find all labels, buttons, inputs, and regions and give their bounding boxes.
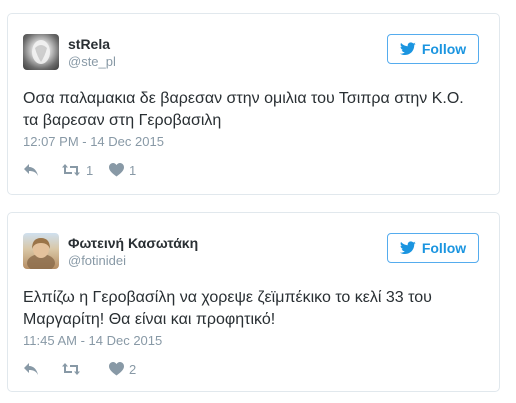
tweet-card: Φωτεινή Κασωτάκη @fotinidei Follow Ελπίζ…	[7, 212, 500, 392]
tweet-text-line: Μαργαρίτη! Θα είναι και προφητικό!	[23, 311, 276, 328]
like-button[interactable]: 2	[109, 362, 149, 377]
retweet-count: 1	[86, 162, 94, 178]
tweet-text-line: τα βαρεσαν στη Γεροβασιλη	[23, 112, 222, 129]
tweet-text-line: Οσα παλαμακια δε βαρεσαν στην ομιλια του…	[23, 90, 464, 107]
author-handle[interactable]: @ste_pl	[68, 54, 116, 69]
follow-button[interactable]: Follow	[387, 34, 479, 64]
twitter-bird-icon	[399, 42, 416, 56]
tweet-actions: 1 1	[23, 160, 149, 180]
avatar[interactable]	[23, 233, 59, 269]
author-handle[interactable]: @fotinidei	[68, 253, 126, 268]
heart-icon	[109, 163, 124, 177]
tweet-text-line: Ελπίζω η Γεροβασίλη να χορεψε ζεϊμπέκικο…	[23, 289, 432, 306]
reply-button[interactable]	[23, 163, 61, 177]
follow-label: Follow	[421, 240, 467, 256]
reply-button[interactable]	[23, 362, 61, 376]
retweet-icon	[61, 163, 81, 177]
follow-label: Follow	[421, 41, 467, 57]
reply-icon	[23, 163, 39, 177]
like-count: 1	[129, 162, 137, 178]
twitter-bird-icon	[399, 241, 416, 255]
retweet-icon	[61, 362, 81, 376]
retweet-button[interactable]: 1	[61, 163, 109, 178]
reply-icon	[23, 362, 39, 376]
tweet-text: Ελπίζω η Γεροβασίλη να χορεψε ζεϊμπέκικο…	[23, 287, 484, 331]
tweet-text: Οσα παλαμακια δε βαρεσαν στην ομιλια του…	[23, 88, 484, 132]
timestamp[interactable]: 12:07 PM - 14 Dec 2015	[23, 134, 164, 149]
tweet-card: stRela @ste_pl Follow Οσα παλαμακια δε β…	[7, 13, 500, 195]
follow-button[interactable]: Follow	[387, 233, 479, 263]
author-name[interactable]: Φωτεινή Κασωτάκη	[68, 235, 198, 251]
like-count: 2	[129, 361, 137, 377]
timestamp[interactable]: 11:45 AM - 14 Dec 2015	[23, 333, 162, 348]
tweet-actions: 2	[23, 359, 149, 379]
like-button[interactable]: 1	[109, 163, 149, 178]
retweet-button[interactable]	[61, 362, 109, 376]
author-name[interactable]: stRela	[68, 36, 110, 52]
heart-icon	[109, 362, 124, 376]
avatar[interactable]	[23, 34, 59, 70]
